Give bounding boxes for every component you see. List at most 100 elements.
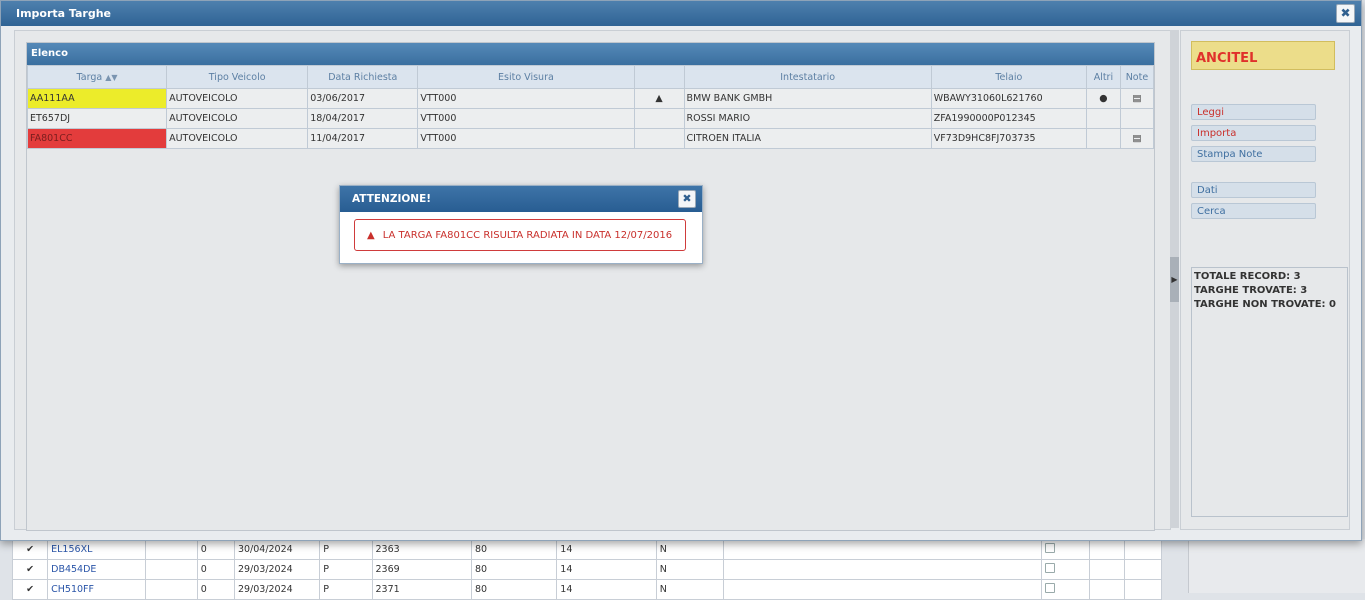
- table-row[interactable]: ✔ EL156XL 0 30/04/2024 P 2363 80 14 N: [11, 539, 1163, 560]
- grid-title: Elenco: [27, 43, 1154, 65]
- column-flag: [633, 65, 685, 89]
- warning-icon[interactable]: ▲: [633, 88, 685, 109]
- table-row[interactable]: AA111AA AUTOVEICOLO 03/06/2017 VTT000 ▲ …: [26, 88, 1155, 109]
- bg-plate[interactable]: EL156XL: [47, 539, 146, 560]
- summary-box: TOTALE RECORD: 3 TARGHE TROVATE: 3 TARGH…: [1191, 267, 1348, 517]
- bg-date: 29/03/2024: [233, 579, 321, 600]
- column-altri[interactable]: Altri: [1085, 65, 1121, 89]
- altri-cell: [1085, 128, 1121, 149]
- esito-cell: VTT000: [417, 88, 635, 109]
- targa-cell[interactable]: AA111AA: [26, 88, 168, 109]
- bg-cell: 80: [470, 539, 558, 560]
- bg-cell: [1123, 559, 1163, 580]
- table-header: Targa ▲▼ Tipo Veicolo Data Richiesta Esi…: [26, 65, 1155, 89]
- intestatario-cell: CITROEN ITALIA: [683, 128, 932, 149]
- bg-cell: [144, 559, 198, 580]
- column-data-richiesta[interactable]: Data Richiesta: [307, 65, 419, 89]
- brand-logo: ANCITEL: [1191, 41, 1335, 70]
- close-dialog-button[interactable]: ✖: [678, 190, 696, 208]
- bg-date: 29/03/2024: [233, 559, 321, 580]
- bg-cell: N: [655, 539, 725, 560]
- flag-cell: [633, 108, 685, 129]
- importa-button[interactable]: Importa: [1191, 125, 1316, 141]
- collapse-arrow-icon[interactable]: ▶: [1170, 257, 1179, 302]
- intestatario-cell: BMW BANK GMBH: [683, 88, 932, 109]
- telaio-cell: VF73D9HC8FJ703735: [930, 128, 1087, 149]
- check-icon: ✔: [11, 539, 49, 560]
- alert-message-box: ▲ LA TARGA FA801CC RISULTA RADIATA IN DAT…: [354, 219, 686, 251]
- table-row[interactable]: ET657DJ AUTOVEICOLO 18/04/2017 VTT000 RO…: [26, 108, 1155, 129]
- esito-cell: VTT000: [417, 128, 635, 149]
- bg-checkbox[interactable]: [1041, 559, 1090, 580]
- table-row[interactable]: FA801CC AUTOVEICOLO 11/04/2017 VTT000 CI…: [26, 128, 1155, 149]
- background-list: ✔ EL156XL 0 30/04/2024 P 2363 80 14 N ✔ …: [11, 539, 1163, 600]
- targa-cell[interactable]: FA801CC: [26, 128, 168, 149]
- summary-not-found: TARGHE NON TROVATE: 0: [1194, 299, 1336, 310]
- check-icon: ✔: [11, 579, 49, 600]
- column-telaio[interactable]: Telaio: [930, 65, 1087, 89]
- tipo-cell: AUTOVEICOLO: [166, 128, 309, 149]
- close-window-button[interactable]: ✖: [1336, 4, 1355, 23]
- column-tipo-veicolo[interactable]: Tipo Veicolo: [166, 65, 309, 89]
- records-table: Targa ▲▼ Tipo Veicolo Data Richiesta Esi…: [26, 65, 1155, 149]
- check-icon: ✔: [11, 559, 49, 580]
- tipo-cell: AUTOVEICOLO: [166, 88, 309, 109]
- bg-cell: P: [319, 559, 373, 580]
- bg-cell: [1088, 539, 1125, 560]
- bg-cell: [722, 579, 1043, 600]
- bg-cell: [722, 539, 1043, 560]
- bg-cell: [144, 539, 198, 560]
- alert-message: LA TARGA FA801CC RISULTA RADIATA IN DATA…: [382, 230, 673, 241]
- user-icon[interactable]: ●: [1085, 88, 1121, 109]
- esito-cell: VTT000: [417, 108, 635, 129]
- bg-cell: [1123, 579, 1163, 600]
- records-grid: Elenco Targa ▲▼ Tipo Veicolo Data Richie…: [26, 42, 1155, 531]
- data-cell: 03/06/2017: [307, 88, 419, 109]
- bg-cell: 0: [196, 559, 235, 580]
- targa-cell[interactable]: ET657DJ: [26, 108, 168, 129]
- warning-icon: ▲: [367, 230, 375, 241]
- note-icon[interactable]: ▤: [1119, 88, 1155, 109]
- bg-cell: P: [319, 539, 373, 560]
- note-cell: [1119, 108, 1155, 129]
- flag-cell: [633, 128, 685, 149]
- column-esito-visura[interactable]: Esito Visura: [417, 65, 635, 89]
- bg-plate[interactable]: CH510FF: [47, 579, 146, 600]
- bg-checkbox[interactable]: [1041, 579, 1090, 600]
- dialog-title: ATTENZIONE!: [352, 193, 432, 205]
- alert-dialog: ATTENZIONE! ✖ ▲ LA TARGA FA801CC RISULTA …: [339, 185, 703, 264]
- bg-cell: 14: [556, 579, 657, 600]
- column-targa[interactable]: Targa ▲▼: [26, 65, 168, 89]
- bg-cell: [722, 559, 1043, 580]
- table-row[interactable]: ✔ DB454DE 0 29/03/2024 P 2369 80 14 N: [11, 559, 1163, 580]
- bg-cell: [144, 579, 198, 600]
- telaio-cell: WBAWY31060L621760: [930, 88, 1087, 109]
- data-cell: 18/04/2017: [307, 108, 419, 129]
- column-note[interactable]: Note: [1119, 65, 1155, 89]
- bg-cell: 2369: [371, 559, 472, 580]
- column-intestatario[interactable]: Intestatario: [683, 65, 932, 89]
- dialog-header: ATTENZIONE! ✖: [340, 186, 702, 212]
- bg-cell: [1088, 579, 1125, 600]
- bg-checkbox[interactable]: [1041, 539, 1090, 560]
- telaio-cell: ZFA1990000P012345: [930, 108, 1087, 129]
- bg-cell: N: [655, 579, 725, 600]
- bg-cell: 2363: [371, 539, 472, 560]
- background-side-area: [1188, 539, 1365, 593]
- bg-cell: P: [319, 579, 373, 600]
- window-header: Importa Targhe ✖: [1, 1, 1361, 26]
- tipo-cell: AUTOVEICOLO: [166, 108, 309, 129]
- sort-icon[interactable]: ▲▼: [105, 73, 117, 82]
- summary-total: TOTALE RECORD: 3: [1194, 271, 1301, 282]
- bg-cell: 80: [470, 579, 558, 600]
- bg-plate[interactable]: DB454DE: [47, 559, 146, 580]
- bg-cell: 14: [556, 559, 657, 580]
- bg-cell: 0: [196, 539, 235, 560]
- note-icon[interactable]: ▤: [1119, 128, 1155, 149]
- bg-cell: 14: [556, 539, 657, 560]
- leggi-button[interactable]: Leggi: [1191, 104, 1316, 120]
- dati-button[interactable]: Dati: [1191, 182, 1316, 198]
- cerca-button[interactable]: Cerca: [1191, 203, 1316, 219]
- stampa-note-button[interactable]: Stampa Note: [1191, 146, 1316, 162]
- table-row[interactable]: ✔ CH510FF 0 29/03/2024 P 2371 80 14 N: [11, 579, 1163, 600]
